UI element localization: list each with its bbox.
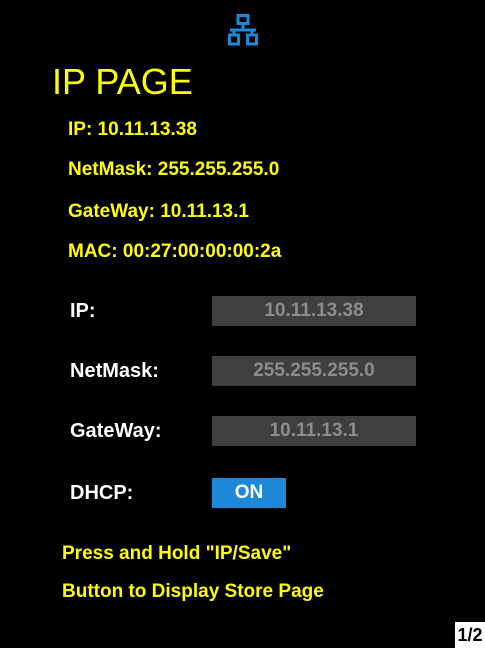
gateway-field[interactable]: 10.11.13.1 xyxy=(212,416,416,446)
netmask-label: NetMask: xyxy=(70,360,159,382)
current-ip-readout: IP: 10.11.13.38 xyxy=(68,119,197,140)
current-mac-readout: MAC: 00:27:00:00:00:2a xyxy=(68,241,282,262)
current-netmask-readout: NetMask: 255.255.255.0 xyxy=(68,159,280,180)
dhcp-label: DHCP: xyxy=(70,482,134,504)
network-icon xyxy=(228,14,258,46)
gateway-label: GateWay: xyxy=(70,420,162,442)
ip-page-screen: IP PAGE IP: 10.11.13.38 NetMask: 255.255… xyxy=(0,0,485,648)
ip-field[interactable]: 10.11.13.38 xyxy=(212,296,416,326)
current-gateway-readout: GateWay: 10.11.13.1 xyxy=(68,201,249,222)
hint-line-2: Button to Display Store Page xyxy=(62,581,324,602)
netmask-field[interactable]: 255.255.255.0 xyxy=(212,356,416,386)
dhcp-toggle[interactable]: ON xyxy=(212,478,286,508)
page-title: IP PAGE xyxy=(52,61,193,102)
page-indicator: 1/2 xyxy=(455,622,485,648)
ip-label: IP: xyxy=(70,300,96,322)
hint-line-1: Press and Hold "IP/Save" xyxy=(62,543,292,564)
